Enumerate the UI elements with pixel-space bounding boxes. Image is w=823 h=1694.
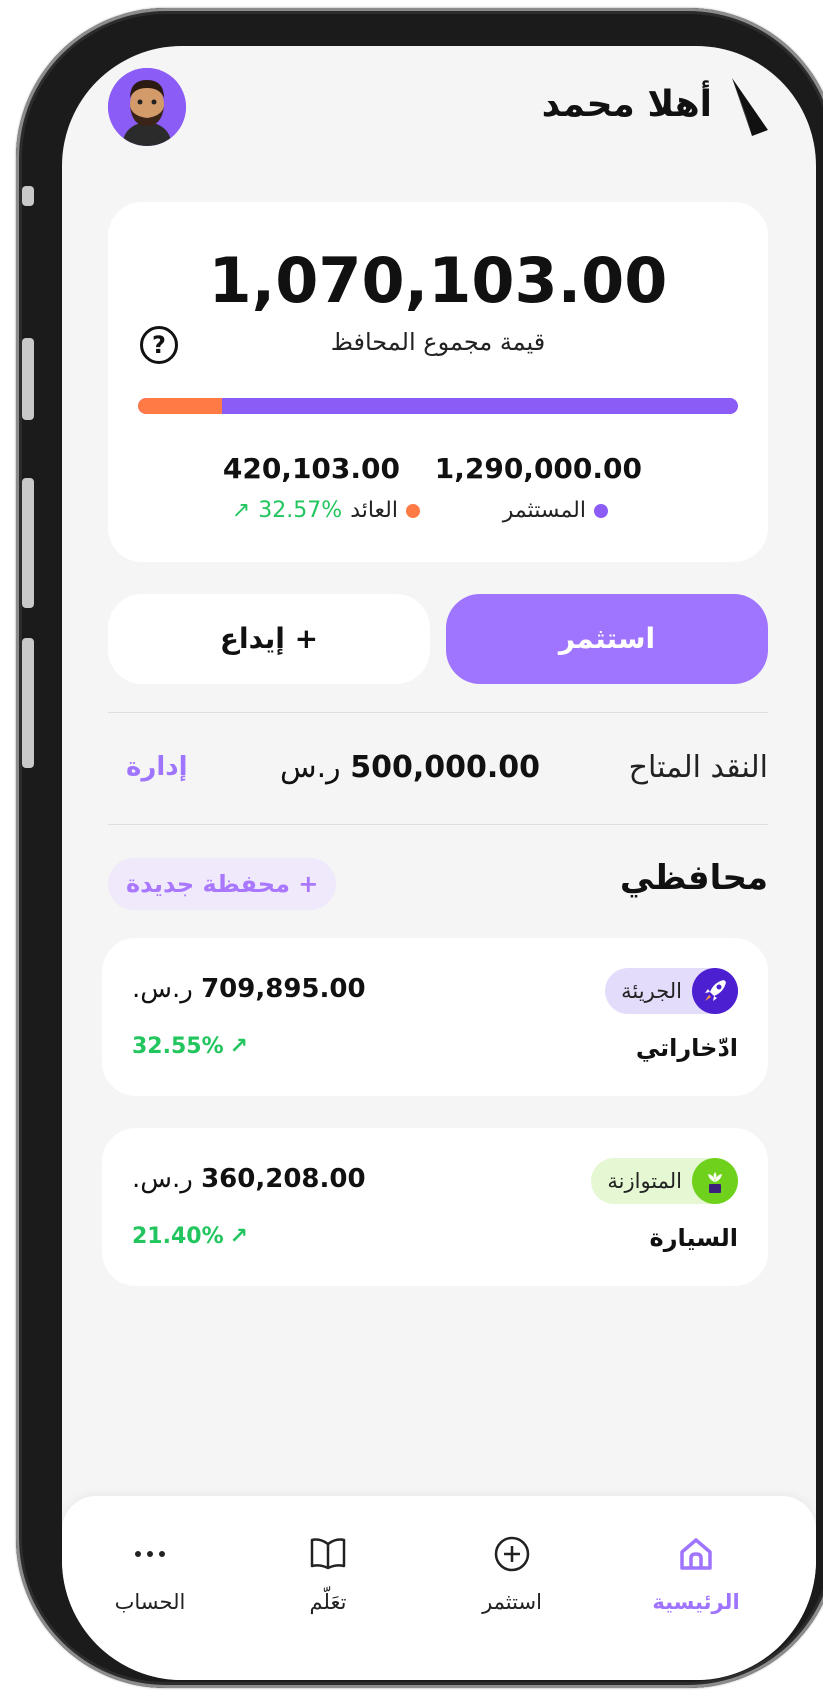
bottom-nav: الرئيسية استثمر تعَلّم الحساب [62, 1496, 816, 1680]
total-value: 1,070,103.00 [208, 244, 668, 317]
volume-up-button [22, 338, 34, 420]
portfolio-name: السيارة [649, 1224, 738, 1252]
avatar[interactable] [108, 68, 186, 146]
return-pct: 32.55% [132, 1034, 224, 1059]
invested-dot [594, 503, 608, 518]
divider [108, 824, 768, 825]
more-icon [80, 1532, 220, 1576]
return-pct: 21.40% [132, 1224, 224, 1249]
amount-value: 360,208.00 [201, 1164, 366, 1194]
phone-frame: أهلا محمد 1,070,103.00 قيمة مجموع المحاف… [16, 8, 823, 1688]
amount-currency: ر.س. [132, 1164, 193, 1194]
nav-item-account[interactable]: الحساب [80, 1532, 220, 1614]
risk-badge: المتوازنة [591, 1158, 738, 1204]
trend-up-icon: ↗ [229, 1224, 249, 1249]
nav-item-home[interactable]: الرئيسية [626, 1532, 766, 1614]
side-button [22, 638, 34, 768]
invested-label: المستثمر [502, 498, 586, 523]
portfolio-summary-card: 1,070,103.00 قيمة مجموع المحافظ ? 1,290,… [108, 202, 768, 562]
nav-label-home: الرئيسية [652, 1590, 740, 1614]
divider [108, 712, 768, 713]
manage-cash-link[interactable]: إدارة [126, 752, 187, 782]
nav-label-learn: تعَلّم [309, 1590, 347, 1614]
portfolio-name: ادّخاراتي [635, 1034, 738, 1062]
volume-down-button [22, 478, 34, 608]
plant-icon [692, 1158, 738, 1204]
returns-progress-segment [138, 398, 222, 414]
silent-switch [22, 186, 34, 206]
plus-circle-icon [442, 1532, 582, 1576]
app-screen: أهلا محمد 1,070,103.00 قيمة مجموع المحاف… [62, 46, 816, 1680]
risk-badge: الجريئة [605, 968, 738, 1014]
nav-item-invest[interactable]: استثمر [442, 1532, 582, 1614]
amount-value: 709,895.00 [201, 974, 366, 1004]
portfolio-amount: 360,208.00 ر.س. [132, 1164, 366, 1194]
portfolio-amount: 709,895.00 ر.س. [132, 974, 366, 1004]
returns-pct: 32.57% [258, 498, 343, 523]
deposit-button[interactable]: + إيداع [108, 594, 430, 684]
invested-progress-bar [138, 398, 738, 414]
portfolio-card[interactable]: المتوازنة السيارة 360,208.00 ر.س. 21.40%… [102, 1128, 768, 1286]
book-icon [258, 1532, 398, 1576]
portfolio-return: 32.55% ↗ [132, 1034, 248, 1059]
new-portfolio-button[interactable]: + محفظة جديدة [108, 858, 337, 910]
cash-amount: 500,000.00 [350, 750, 540, 785]
badge-label: المتوازنة [607, 1169, 682, 1193]
total-label: قيمة مجموع المحافظ [330, 328, 546, 356]
rocket-icon [692, 968, 738, 1014]
available-cash-label: النقد المتاح [628, 750, 768, 785]
amount-currency: ر.س. [132, 974, 193, 1004]
portfolio-return: 21.40% ↗ [132, 1224, 248, 1249]
trend-up-icon: ↗ [231, 498, 251, 523]
cash-currency: ر.س [280, 750, 341, 785]
returns-legend: العائد 32.57% ↗ [232, 498, 420, 523]
help-icon[interactable]: ? [140, 326, 178, 364]
badge-label: الجريئة [621, 979, 682, 1003]
home-icon [626, 1532, 766, 1576]
greeting: أهلا محمد [541, 84, 712, 125]
portfolio-card[interactable]: الجريئة ادّخاراتي 709,895.00 ر.س. 32.55%… [102, 938, 768, 1096]
portfolios-title: محافظي [619, 858, 768, 898]
trend-up-icon: ↗ [229, 1034, 249, 1059]
invested-value: 1,290,000.00 [434, 452, 642, 485]
invest-button[interactable]: استثمر [446, 594, 768, 684]
returns-label: العائد [350, 498, 398, 523]
returns-value: 420,103.00 [222, 452, 400, 485]
available-cash-value: 500,000.00 ر.س [280, 750, 540, 785]
invested-legend: المستثمر [503, 498, 608, 523]
nav-label-invest: استثمر [482, 1590, 542, 1614]
app-logo-icon [732, 78, 768, 136]
nav-label-account: الحساب [114, 1590, 186, 1614]
nav-item-learn[interactable]: تعَلّم [258, 1532, 398, 1614]
returns-dot [406, 503, 420, 518]
